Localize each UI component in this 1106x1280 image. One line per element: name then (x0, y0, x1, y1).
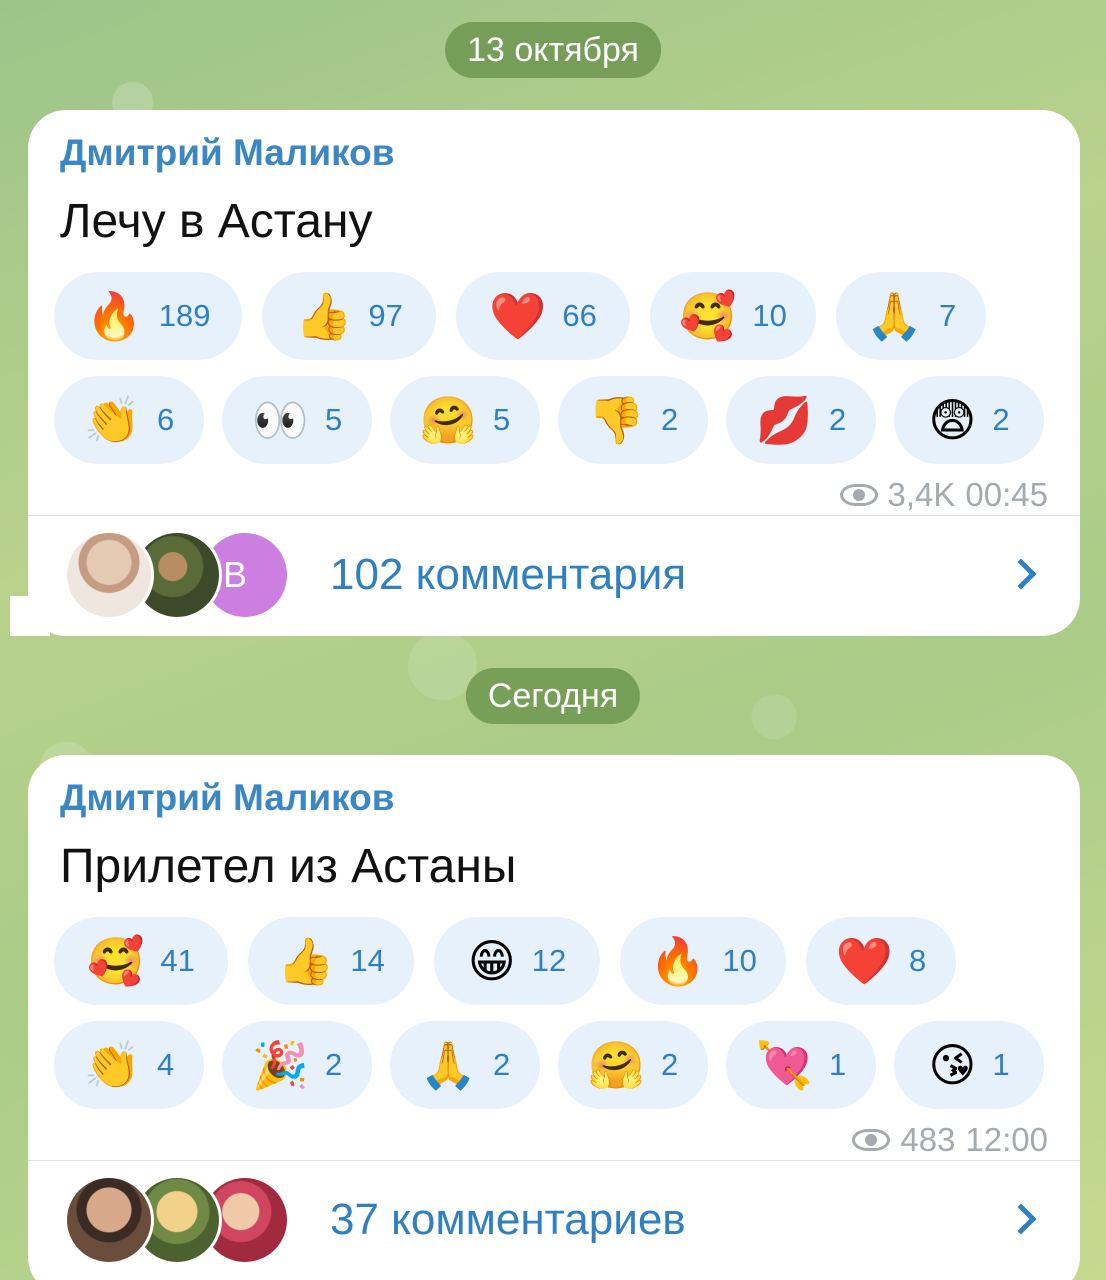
post-time: 00:45 (965, 476, 1048, 513)
reactions-row: 👏 6 👀 5 🤗 5 👎 2 💋 2 😨 2 (54, 376, 1044, 464)
reaction-count: 2 (661, 402, 679, 437)
views-eye-icon (852, 1129, 891, 1151)
date-separator: 13 октября (445, 22, 661, 78)
heart-icon: ❤️ (489, 290, 547, 342)
fearful-face-icon: 😨 (928, 394, 977, 446)
reaction-smiling-hearts[interactable]: 🥰 10 (650, 272, 816, 360)
smiling-face-with-hearts-icon: 🥰 (679, 290, 737, 342)
reaction-hug[interactable]: 🤗 5 (390, 376, 540, 464)
party-popper-icon: 🎉 (251, 1039, 310, 1091)
chevron-right-icon (1005, 1203, 1037, 1235)
reaction-thumbs-up[interactable]: 👍 97 (262, 272, 436, 360)
heart-icon: ❤️ (835, 935, 894, 987)
post-text: Лечу в Астану (60, 195, 373, 248)
views-count: 3,4K (887, 476, 956, 513)
reaction-count: 14 (350, 943, 385, 978)
reaction-count: 10 (722, 943, 757, 978)
folded-hands-icon: 🙏 (419, 1039, 478, 1091)
clapping-hands-icon: 👏 (83, 394, 142, 446)
reaction-count: 4 (157, 1047, 175, 1082)
reaction-thumbs-up[interactable]: 👍 14 (248, 917, 414, 1005)
post-text: Прилетел из Астаны (60, 840, 517, 893)
reactions-row: 👏 4 🎉 2 🙏 2 🤗 2 💘 1 😘 1 (54, 1021, 1044, 1109)
reaction-count: 2 (661, 1047, 679, 1082)
reactions-row: 🥰 41 👍 14 😁 12 🔥 10 ❤️ 8 (54, 917, 956, 1005)
reaction-kiss-mark[interactable]: 💋 2 (726, 376, 876, 464)
reaction-count: 7 (939, 298, 957, 333)
reaction-count: 8 (909, 943, 927, 978)
post-author[interactable]: Дмитрий Маликов (60, 132, 394, 174)
reaction-count: 2 (325, 1047, 343, 1082)
reaction-smiling-hearts[interactable]: 🥰 41 (54, 917, 228, 1005)
commenter-avatars (64, 1175, 290, 1265)
reaction-fire[interactable]: 🔥 189 (54, 272, 242, 360)
grinning-face-icon: 😁 (467, 935, 516, 987)
reaction-count: 2 (493, 1047, 511, 1082)
channel-post[interactable]: Дмитрий Маликов Лечу в Астану 🔥 189 👍 97… (10, 110, 1080, 636)
chevron-right-icon (1005, 558, 1037, 590)
post-meta: 3,4K 00:45 (839, 476, 1048, 514)
reaction-count: 97 (368, 298, 403, 333)
reaction-heart[interactable]: ❤️ 8 (806, 917, 956, 1005)
reaction-count: 1 (829, 1047, 847, 1082)
reaction-fire[interactable]: 🔥 10 (620, 917, 786, 1005)
thumbs-up-icon: 👍 (295, 290, 353, 342)
reaction-count: 1 (992, 1047, 1010, 1082)
reaction-count: 41 (160, 943, 195, 978)
avatar (64, 1175, 154, 1265)
channel-post[interactable]: Дмитрий Маликов Прилетел из Астаны 🥰 41 … (28, 755, 1080, 1280)
reaction-eyes[interactable]: 👀 5 (222, 376, 372, 464)
views-count: 483 (900, 1121, 956, 1158)
reaction-count: 2 (829, 402, 847, 437)
reaction-grin[interactable]: 😁 12 (434, 917, 600, 1005)
reaction-count: 66 (562, 298, 597, 333)
post-author[interactable]: Дмитрий Маликов (60, 777, 394, 819)
reaction-pray[interactable]: 🙏 2 (390, 1021, 540, 1109)
thumbs-up-icon: 👍 (277, 935, 335, 987)
reaction-count: 6 (157, 402, 175, 437)
reaction-count: 189 (158, 298, 211, 333)
eyes-icon: 👀 (251, 394, 310, 446)
views-eye-icon (839, 484, 878, 506)
reaction-count: 2 (992, 402, 1010, 437)
reaction-heart[interactable]: ❤️ 66 (456, 272, 630, 360)
reaction-count: 5 (325, 402, 343, 437)
reaction-kissing-face[interactable]: 😘 1 (894, 1021, 1044, 1109)
folded-hands-icon: 🙏 (865, 290, 924, 342)
smiling-face-with-hearts-icon: 🥰 (87, 935, 145, 987)
avatar-initial: В (223, 554, 248, 595)
comments-button[interactable]: 37 комментариев (28, 1160, 1080, 1280)
hugging-face-icon: 🤗 (587, 1039, 646, 1091)
reaction-count: 10 (752, 298, 787, 333)
reaction-clap[interactable]: 👏 4 (54, 1021, 204, 1109)
fire-icon: 🔥 (85, 290, 143, 342)
comments-count-label: 37 комментариев (330, 1195, 686, 1244)
date-separator: Сегодня (465, 668, 641, 724)
reaction-heart-arrow[interactable]: 💘 1 (726, 1021, 876, 1109)
reaction-count: 12 (531, 943, 567, 978)
hugging-face-icon: 🤗 (419, 394, 478, 446)
face-blowing-kiss-icon: 😘 (928, 1039, 977, 1091)
reaction-clap[interactable]: 👏 6 (54, 376, 204, 464)
commenter-avatars: В (64, 530, 290, 620)
comments-button[interactable]: В 102 комментария (28, 515, 1080, 635)
reaction-thumbs-down[interactable]: 👎 2 (558, 376, 708, 464)
reaction-count: 5 (493, 402, 511, 437)
reaction-fearful[interactable]: 😨 2 (894, 376, 1044, 464)
post-meta: 483 12:00 (852, 1121, 1048, 1159)
comments-count-label: 102 комментария (330, 550, 687, 599)
reaction-hug[interactable]: 🤗 2 (558, 1021, 708, 1109)
post-time: 12:00 (965, 1121, 1048, 1158)
reactions-row: 🔥 189 👍 97 ❤️ 66 🥰 10 🙏 7 (54, 272, 986, 360)
reaction-pray[interactable]: 🙏 7 (836, 272, 986, 360)
clapping-hands-icon: 👏 (83, 1039, 142, 1091)
heart-with-arrow-icon: 💘 (755, 1039, 814, 1091)
reaction-party[interactable]: 🎉 2 (222, 1021, 372, 1109)
avatar (64, 530, 154, 620)
fire-icon: 🔥 (649, 935, 707, 987)
kiss-mark-icon: 💋 (755, 394, 814, 446)
thumbs-down-icon: 👎 (587, 394, 646, 446)
